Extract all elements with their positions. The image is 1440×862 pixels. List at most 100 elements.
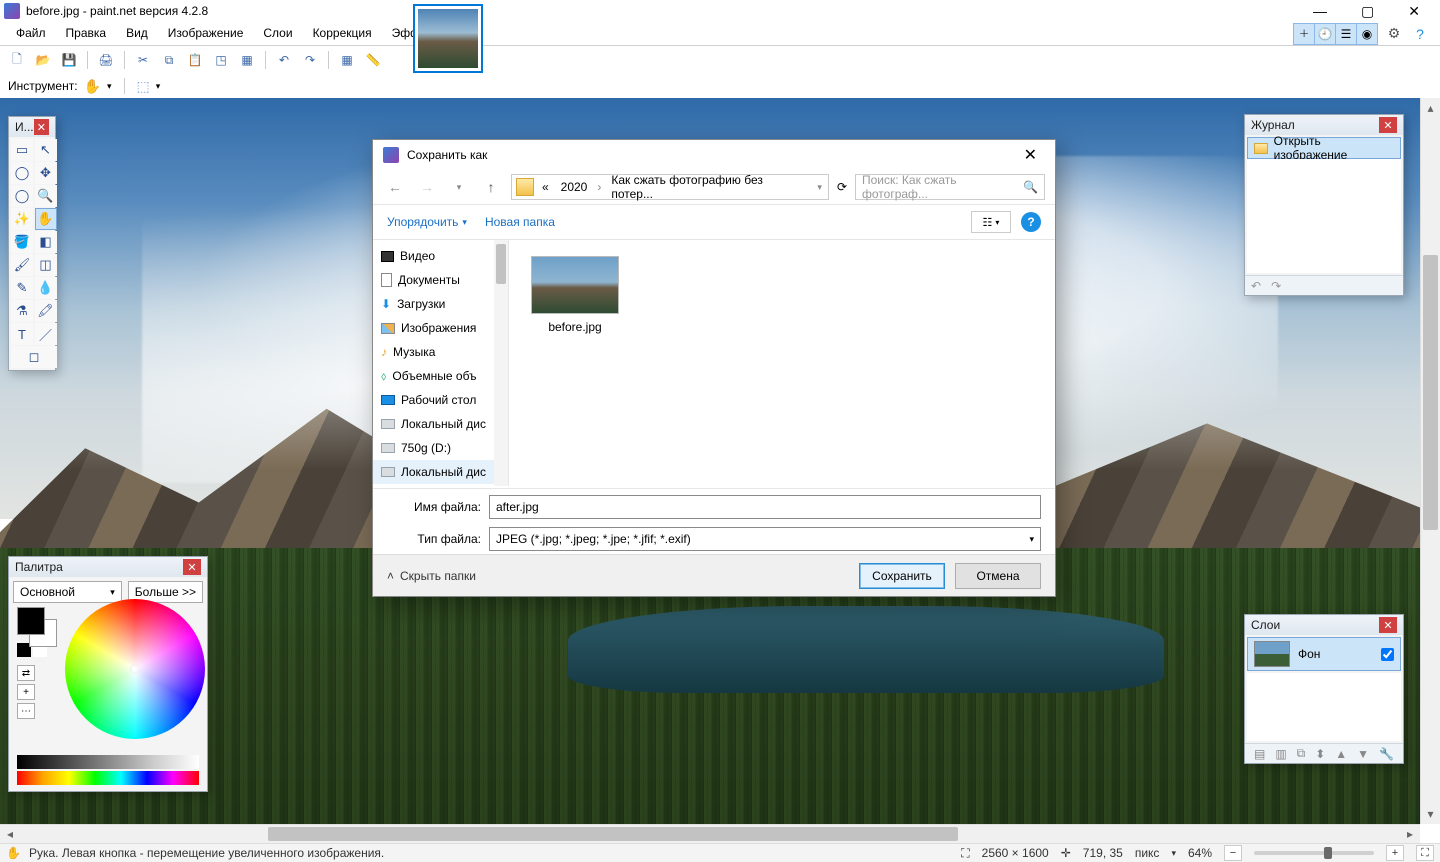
zoom-out-button[interactable]: − bbox=[1224, 845, 1242, 861]
filename-input[interactable] bbox=[489, 495, 1041, 519]
toggle-history-icon[interactable]: 🕘 bbox=[1314, 23, 1336, 45]
filetype-select[interactable]: JPEG (*.jpg; *.jpeg; *.jpe; *.jfif; *.ex… bbox=[489, 527, 1041, 551]
swap-colors-icon[interactable]: ⇄ bbox=[17, 665, 35, 681]
palette-menu-icon[interactable]: ⋯ bbox=[17, 703, 35, 719]
current-tool-hand-icon[interactable]: ✋ bbox=[84, 78, 101, 95]
undo-icon[interactable]: ↶ bbox=[273, 49, 295, 71]
breadcrumb-2[interactable]: Как сжать фотографию без потер... bbox=[607, 173, 811, 201]
scroll-right-icon[interactable]: ▸ bbox=[1400, 827, 1420, 841]
colors-panel-header[interactable]: Палитра ✕ bbox=[9, 557, 207, 577]
history-panel-close-button[interactable]: ✕ bbox=[1379, 117, 1397, 133]
layer-down-icon[interactable]: ▼ bbox=[1357, 747, 1369, 761]
color-mode-select[interactable]: Основной ▾ bbox=[13, 581, 122, 603]
layer-mode-icon[interactable]: ⬚ bbox=[137, 78, 150, 95]
document-tab-thumbnail[interactable] bbox=[413, 4, 483, 73]
toggle-layers-icon[interactable]: ☰ bbox=[1335, 23, 1357, 45]
settings-icon[interactable]: ⚙ bbox=[1384, 24, 1404, 44]
tool-text-icon[interactable]: T bbox=[11, 323, 33, 345]
layers-panel-close-button[interactable]: ✕ bbox=[1379, 617, 1397, 633]
nav-back-icon[interactable]: ← bbox=[383, 175, 407, 199]
layer-item[interactable]: Фон bbox=[1247, 637, 1401, 671]
zoom-in-button[interactable]: + bbox=[1386, 845, 1404, 861]
menu-image[interactable]: Изображение bbox=[158, 22, 254, 45]
deselect-icon[interactable]: ▦ bbox=[236, 49, 258, 71]
tool-move-icon[interactable]: ✥ bbox=[35, 162, 57, 184]
toggle-tools-icon[interactable]: 🞢 bbox=[1293, 23, 1315, 45]
tree-item-documents[interactable]: Документы bbox=[373, 268, 508, 292]
scroll-left-icon[interactable]: ◂ bbox=[0, 827, 20, 841]
paste-icon[interactable]: 📋 bbox=[184, 49, 206, 71]
menu-edit[interactable]: Правка bbox=[56, 22, 117, 45]
dialog-close-button[interactable]: ✕ bbox=[1016, 145, 1045, 165]
history-item[interactable]: Открыть изображение bbox=[1247, 137, 1401, 159]
history-redo-icon[interactable]: ↷ bbox=[1271, 279, 1281, 293]
redo-icon[interactable]: ↷ bbox=[299, 49, 321, 71]
help-icon[interactable]: ? bbox=[1410, 24, 1430, 44]
hue-strip[interactable] bbox=[17, 771, 199, 785]
view-mode-button[interactable]: ☷ ▾ bbox=[971, 211, 1011, 233]
tool-lasso-icon[interactable]: ◯ bbox=[11, 162, 33, 184]
address-dropdown-icon[interactable]: ▾ bbox=[815, 182, 824, 193]
tree-item-downloads[interactable]: ⬇Загрузки bbox=[373, 292, 508, 316]
menu-file[interactable]: Файл bbox=[6, 22, 56, 45]
open-file-icon[interactable]: 📂 bbox=[32, 49, 54, 71]
scroll-down-icon[interactable]: ▾ bbox=[1421, 804, 1440, 824]
grayscale-strip[interactable] bbox=[17, 755, 199, 769]
copy-icon[interactable]: ⧉ bbox=[158, 49, 180, 71]
colors-panel-close-button[interactable]: ✕ bbox=[183, 559, 201, 575]
menu-layers[interactable]: Слои bbox=[253, 22, 302, 45]
tree-item-3dobjects[interactable]: ⬨Объемные объ bbox=[373, 364, 508, 388]
layer-mode-dropdown-icon[interactable]: ▾ bbox=[156, 81, 161, 92]
menu-view[interactable]: Вид bbox=[116, 22, 158, 45]
tool-rect-select-icon[interactable]: ▭ bbox=[11, 139, 33, 161]
horizontal-scrollbar[interactable]: ◂ ▸ bbox=[0, 824, 1420, 843]
tools-panel-header[interactable]: И... ✕ bbox=[9, 117, 55, 137]
cut-icon[interactable]: ✂ bbox=[132, 49, 154, 71]
zoom-slider[interactable] bbox=[1254, 851, 1374, 855]
hscroll-thumb[interactable] bbox=[268, 827, 958, 841]
crop-icon[interactable]: ◳ bbox=[210, 49, 232, 71]
color-wheel[interactable] bbox=[65, 599, 205, 739]
tools-panel-close-button[interactable]: ✕ bbox=[34, 119, 49, 135]
status-unit-dropdown-icon[interactable]: ▾ bbox=[1171, 848, 1176, 859]
chevron-right-icon[interactable]: › bbox=[595, 180, 603, 194]
layer-add-icon[interactable]: ▤ bbox=[1254, 747, 1265, 761]
history-panel-header[interactable]: Журнал ✕ bbox=[1245, 115, 1403, 135]
new-file-icon[interactable]: 🗋 bbox=[6, 49, 28, 71]
save-file-icon[interactable]: 💾 bbox=[58, 49, 80, 71]
save-button[interactable]: Сохранить bbox=[859, 563, 945, 589]
tool-fill-icon[interactable]: 🪣 bbox=[11, 231, 33, 253]
tool-picker-icon[interactable]: 💧 bbox=[35, 277, 57, 299]
refresh-button[interactable]: ⟳ bbox=[837, 180, 847, 194]
nav-up-icon[interactable]: ↑ bbox=[479, 175, 503, 199]
toggle-colors-icon[interactable]: ◉ bbox=[1356, 23, 1378, 45]
tree-item-drive-d[interactable]: 750g (D:) bbox=[373, 436, 508, 460]
history-undo-icon[interactable]: ↶ bbox=[1251, 279, 1261, 293]
palette-add-icon[interactable]: + bbox=[17, 684, 35, 700]
layers-panel-header[interactable]: Слои ✕ bbox=[1245, 615, 1403, 635]
close-button[interactable]: ✕ bbox=[1400, 3, 1428, 20]
tool-dropdown-icon[interactable]: ▾ bbox=[107, 81, 112, 92]
file-list[interactable]: before.jpg bbox=[509, 240, 1055, 486]
layer-merge-icon[interactable]: ⬍ bbox=[1315, 747, 1325, 761]
menu-adjust[interactable]: Коррекция bbox=[303, 22, 382, 45]
search-box[interactable]: Поиск: Как сжать фотограф... 🔍 bbox=[855, 174, 1045, 200]
tree-item-music[interactable]: ♪Музыка bbox=[373, 340, 508, 364]
layer-visibility-checkbox[interactable] bbox=[1381, 648, 1394, 661]
tool-clone-icon[interactable]: ⚗ bbox=[11, 300, 33, 322]
ruler-icon[interactable]: 📏 bbox=[362, 49, 384, 71]
layer-duplicate-icon[interactable]: ⧉ bbox=[1297, 746, 1306, 761]
tree-item-video[interactable]: Видео bbox=[373, 244, 508, 268]
layer-delete-icon[interactable]: ▥ bbox=[1275, 747, 1286, 761]
zoom-fit-button[interactable]: ⛶ bbox=[1416, 845, 1434, 861]
vscroll-thumb[interactable] bbox=[1423, 255, 1438, 529]
nav-recent-icon[interactable]: ▾ bbox=[447, 175, 471, 199]
file-item[interactable]: before.jpg bbox=[525, 256, 625, 334]
address-bar[interactable]: « 2020 › Как сжать фотографию без потер.… bbox=[511, 174, 829, 200]
tool-eraser-icon[interactable]: ◫ bbox=[35, 254, 57, 276]
scroll-up-icon[interactable]: ▴ bbox=[1421, 98, 1440, 118]
tool-pencil-icon[interactable]: ✎ bbox=[11, 277, 33, 299]
tool-shapes-icon[interactable]: ◻ bbox=[11, 346, 57, 368]
dialog-titlebar[interactable]: Сохранить как ✕ bbox=[373, 140, 1055, 170]
nav-forward-icon[interactable]: → bbox=[415, 175, 439, 199]
